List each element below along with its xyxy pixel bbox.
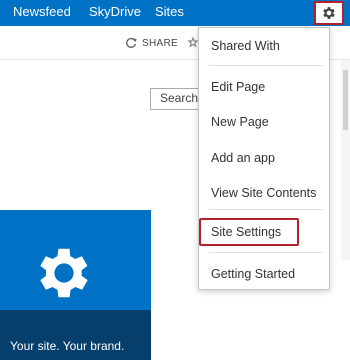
- nav-link-skydrive[interactable]: SkyDrive: [89, 4, 141, 20]
- star-icon[interactable]: [188, 37, 198, 49]
- menu-item-view-site-contents[interactable]: View Site Contents: [199, 179, 329, 207]
- menu-item-edit-page[interactable]: Edit Page: [199, 73, 329, 101]
- settings-menu: Shared With Edit Page New Page Add an ap…: [198, 27, 330, 290]
- menu-separator: [209, 209, 323, 210]
- tile-caption: Your site. Your brand.: [10, 339, 125, 353]
- gear-icon: [323, 7, 335, 19]
- brand-tile[interactable]: Your site. Your brand.: [0, 210, 151, 360]
- menu-separator: [209, 65, 323, 66]
- suite-bar: Newsfeed SkyDrive Sites: [0, 0, 350, 26]
- share-button[interactable]: SHARE: [124, 36, 178, 50]
- menu-item-new-page[interactable]: New Page: [199, 108, 329, 136]
- nav-link-sites[interactable]: Sites: [155, 4, 184, 20]
- nav-link-newsfeed[interactable]: Newsfeed: [13, 4, 71, 20]
- menu-item-shared-with[interactable]: Shared With: [199, 32, 329, 60]
- menu-item-getting-started[interactable]: Getting Started: [199, 260, 329, 288]
- menu-separator: [209, 252, 323, 253]
- share-icon: [126, 37, 137, 48]
- scrollbar-thumb[interactable]: [343, 70, 348, 130]
- share-label: SHARE: [142, 37, 178, 49]
- gear-icon: [40, 248, 88, 298]
- settings-button[interactable]: [314, 1, 344, 25]
- menu-item-site-settings[interactable]: Site Settings: [199, 218, 299, 246]
- menu-item-add-an-app[interactable]: Add an app: [199, 144, 329, 172]
